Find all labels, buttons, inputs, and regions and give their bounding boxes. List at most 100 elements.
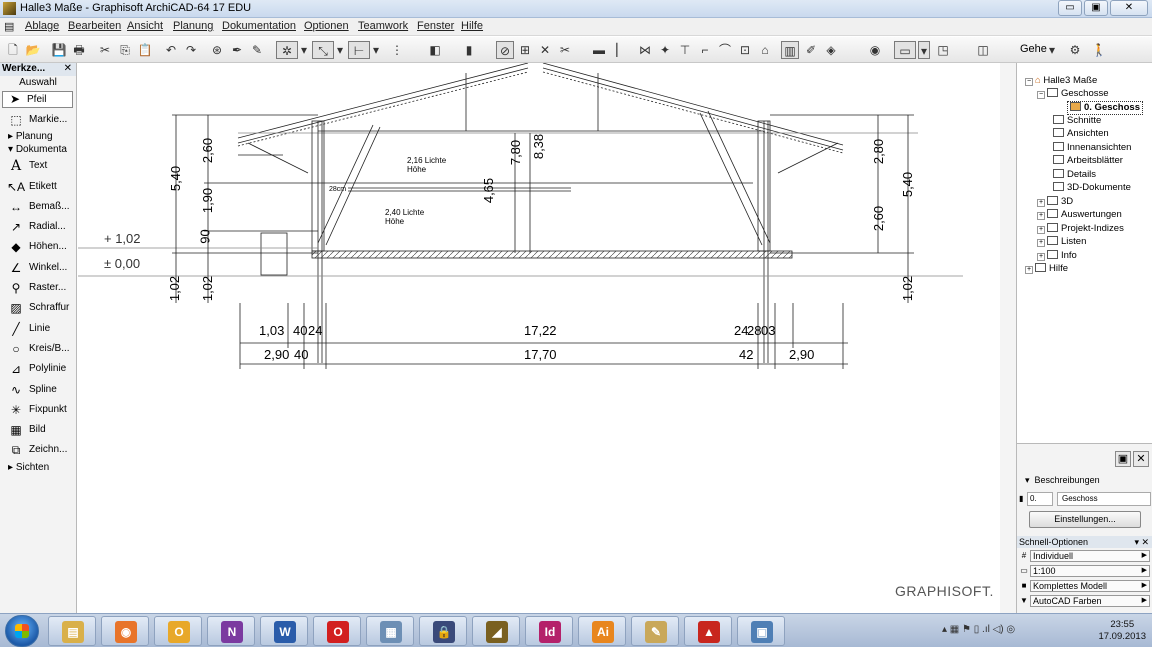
goto-dropdown[interactable]: Gehe bbox=[1020, 43, 1047, 55]
menu-ablage[interactable]: Ablage bbox=[25, 20, 59, 32]
tool-label[interactable]: ↖A Etikett bbox=[0, 177, 76, 197]
redo-icon[interactable]: ↷ bbox=[182, 41, 200, 59]
trim-icon[interactable]: ✂ bbox=[556, 41, 574, 59]
tool-marquee[interactable]: ⬚ Markie... bbox=[0, 110, 76, 130]
view-2d-icon[interactable]: ▭ bbox=[894, 41, 916, 59]
group-sichten[interactable]: ▸ Sichten bbox=[0, 461, 76, 474]
menu-bearbeiten[interactable]: Bearbeiten bbox=[68, 20, 121, 32]
guide-line-icon[interactable]: ⤡ bbox=[312, 41, 334, 59]
tree-node-lists[interactable]: + Listen bbox=[1037, 236, 1086, 248]
taskbar-app-button[interactable]: Ai bbox=[578, 616, 626, 646]
dropdown-arrow-icon[interactable]: ▾ bbox=[335, 41, 345, 59]
dropdown-arrow-icon[interactable]: ▾ bbox=[1047, 41, 1057, 59]
minimize-button[interactable]: ▭ bbox=[1058, 0, 1082, 16]
tree-node-project-indexes[interactable]: + Projekt-Indizes bbox=[1037, 223, 1124, 235]
syringe-icon[interactable]: ✎ bbox=[248, 41, 266, 59]
copy-icon[interactable]: ⎘ bbox=[116, 41, 134, 59]
taskbar-app-button[interactable]: W bbox=[260, 616, 308, 646]
taskbar-app-button[interactable]: O bbox=[313, 616, 361, 646]
start-button[interactable] bbox=[5, 615, 39, 647]
taskbar-app-button[interactable]: O bbox=[154, 616, 202, 646]
house-icon[interactable]: ⌂ bbox=[756, 41, 774, 59]
tree-node-stories[interactable]: − Geschosse bbox=[1037, 88, 1109, 100]
taskbar-app-button[interactable]: 🔒 bbox=[419, 616, 467, 646]
open-file-icon[interactable]: 📂 bbox=[24, 41, 42, 59]
vertical-scrollbar[interactable] bbox=[1000, 63, 1016, 613]
grid-snap-icon[interactable]: ⋮ bbox=[388, 41, 406, 59]
gravity-icon[interactable]: ✲ bbox=[276, 41, 298, 59]
paint-icon[interactable]: ✐ bbox=[802, 41, 820, 59]
save-icon[interactable]: 💾 bbox=[50, 41, 68, 59]
dropdown-arrow-icon[interactable]: ▾ bbox=[299, 41, 309, 59]
quick-option-row[interactable]: ▭ ▶ 1:100 bbox=[1017, 564, 1152, 578]
section-tool-icon[interactable]: ⊘ bbox=[496, 41, 514, 59]
tool-angle-dimension[interactable]: ∠ Winkel... bbox=[0, 258, 76, 278]
tree-node-root[interactable]: − ⌂ Halle3 Maße bbox=[1025, 75, 1097, 87]
menu-planung[interactable]: Planung bbox=[173, 20, 213, 32]
delete-icon[interactable]: ✕ bbox=[536, 41, 554, 59]
tool-line[interactable]: ╱ Linie bbox=[0, 319, 76, 339]
taskbar-app-button[interactable]: N bbox=[207, 616, 255, 646]
group-planung[interactable]: ▸ Planung bbox=[0, 130, 76, 143]
settings-icon[interactable]: ▣ bbox=[1115, 451, 1131, 467]
tool-level-dimension[interactable]: ◆ Höhen... bbox=[0, 237, 76, 257]
menu-optionen[interactable]: Optionen bbox=[304, 20, 349, 32]
menu-fenster[interactable]: Fenster bbox=[417, 20, 454, 32]
tree-node-sections[interactable]: Schnitte bbox=[1053, 115, 1101, 127]
tree-node-schedules[interactable]: + Auswertungen bbox=[1037, 209, 1122, 221]
merge-icon[interactable]: ⋈ bbox=[636, 41, 654, 59]
quick-option-row[interactable]: ▼ ▶ AutoCAD Farben bbox=[1017, 594, 1152, 608]
arc-icon[interactable]: ⌒ bbox=[716, 41, 734, 59]
dropdown-arrow-icon[interactable]: ▾ bbox=[918, 41, 930, 59]
tool-fill[interactable]: ▨ Schraffur bbox=[0, 298, 76, 318]
taskbar-app-button[interactable]: ◉ bbox=[101, 616, 149, 646]
undo-icon[interactable]: ↶ bbox=[162, 41, 180, 59]
tool-spline[interactable]: ∿ Spline bbox=[0, 380, 76, 400]
find-select-icon[interactable]: ⊛ bbox=[208, 41, 226, 59]
taskbar-app-button[interactable]: ▲ bbox=[684, 616, 732, 646]
taskbar-app-button[interactable]: ▦ bbox=[366, 616, 414, 646]
tree-node-current-story[interactable]: 0. Geschoss bbox=[1067, 101, 1143, 115]
tray-icons[interactable]: ▴ ▦ ⚑ ▯ .ıl ◁) ◎ bbox=[942, 624, 1015, 635]
table-icon[interactable]: ⊞ bbox=[516, 41, 534, 59]
material-icon[interactable]: ◈ bbox=[822, 41, 840, 59]
story-number-field[interactable]: 0. bbox=[1027, 492, 1053, 506]
quick-option-row[interactable]: # ▶ Individuell bbox=[1017, 549, 1152, 563]
tool-hotspot[interactable]: ✳ Fixpunkt bbox=[0, 400, 76, 420]
quick-option-row[interactable]: ■ ▶ Komplettes Modell bbox=[1017, 579, 1152, 593]
taskbar-app-button[interactable]: Id bbox=[525, 616, 573, 646]
tool-image[interactable]: ▦ Bild bbox=[0, 420, 76, 440]
layer-icon[interactable]: ◧ bbox=[426, 41, 444, 59]
tree-node-elevations[interactable]: Ansichten bbox=[1053, 128, 1109, 140]
taskbar-app-button[interactable]: ◢ bbox=[472, 616, 520, 646]
drawing-canvas[interactable]: + 1,02 ± 0,00 5,40 2,60 1,90 90 1,02 1,0… bbox=[78, 63, 1016, 613]
tree-node-worksheets[interactable]: Arbeitsblätter bbox=[1053, 155, 1123, 167]
window-icon[interactable]: ◫ bbox=[974, 41, 992, 59]
tool-grid[interactable]: ⚲ Raster... bbox=[0, 278, 76, 298]
settings-button[interactable]: Einstellungen... bbox=[1029, 511, 1141, 528]
menu-hilfe[interactable]: Hilfe bbox=[461, 20, 483, 32]
tree-node-interior-elevations[interactable]: Innenansichten bbox=[1053, 142, 1131, 154]
close-icon[interactable]: ✕ bbox=[1133, 451, 1149, 467]
group-icon[interactable]: ⊡ bbox=[736, 41, 754, 59]
corner-icon[interactable]: ⌐ bbox=[696, 41, 714, 59]
menu-teamwork[interactable]: Teamwork bbox=[358, 20, 408, 32]
dropdown-arrow-icon[interactable]: ▾ bbox=[371, 41, 381, 59]
new-file-icon[interactable]: 🗋 bbox=[4, 41, 22, 59]
tree-node-info[interactable]: + Info bbox=[1037, 250, 1077, 262]
taskbar-app-button[interactable]: ✎ bbox=[631, 616, 679, 646]
layers-icon[interactable]: ▥ bbox=[781, 41, 799, 59]
selection-label[interactable]: Auswahl bbox=[0, 76, 76, 90]
magic-wand-icon[interactable]: ✦ bbox=[656, 41, 674, 59]
doc-menu-icon[interactable]: ▤ bbox=[4, 20, 14, 33]
cut-icon[interactable]: ✂ bbox=[96, 41, 114, 59]
descriptions-toggle[interactable]: ▾ Beschreibungen bbox=[1025, 475, 1100, 486]
align-icon[interactable]: ⊤ bbox=[676, 41, 694, 59]
tree-node-3d[interactable]: +3D bbox=[1037, 196, 1073, 208]
split-icon[interactable]: ▏ bbox=[612, 41, 630, 59]
print-icon[interactable]: 🖶 bbox=[70, 41, 88, 59]
tool-radial-dimension[interactable]: ↗ Radial... bbox=[0, 217, 76, 237]
tool-arrow[interactable]: ➤ Pfeil bbox=[2, 91, 73, 108]
close-icon[interactable]: ✕ bbox=[64, 63, 72, 74]
record-icon[interactable]: ◉ bbox=[866, 41, 884, 59]
